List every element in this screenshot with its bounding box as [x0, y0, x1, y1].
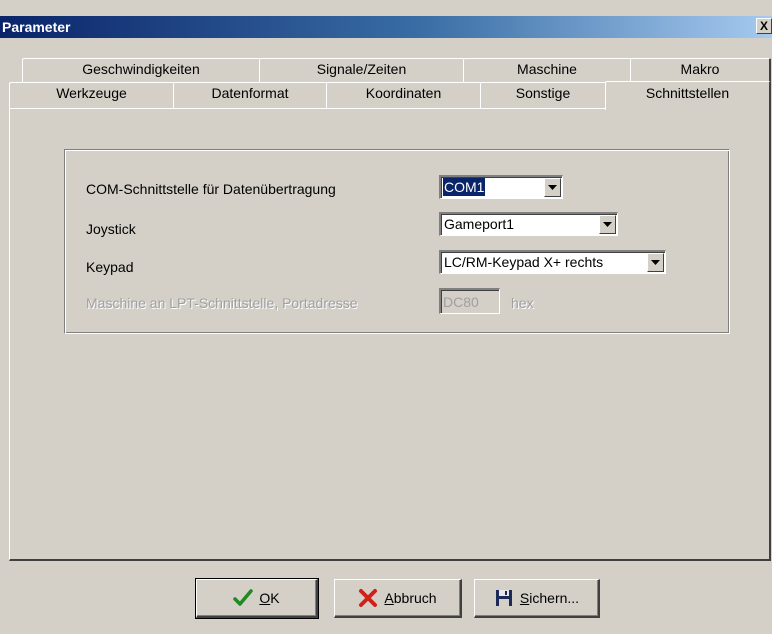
close-icon: X	[759, 19, 768, 33]
tab-signale-zeiten[interactable]: Signale/Zeiten	[259, 58, 465, 82]
tab-label: Signale/Zeiten	[316, 61, 407, 77]
lpt-port-label: Maschine an LPT-Schnittstelle, Portadres…	[86, 295, 358, 311]
tab-geschwindigkeiten[interactable]: Geschwindigkeiten	[22, 58, 261, 82]
checkmark-icon	[233, 589, 254, 606]
chevron-down-icon	[651, 260, 660, 265]
keypad-value: LC/RM-Keypad X+ rechts	[444, 254, 604, 270]
lpt-port-address-value: DC80	[443, 294, 479, 310]
tab-datenformat[interactable]: Datenformat	[173, 82, 328, 108]
keypad-select[interactable]: LC/RM-Keypad X+ rechts	[439, 250, 666, 274]
chevron-down-icon	[548, 185, 557, 190]
lpt-port-address-field[interactable]: DC80	[439, 288, 500, 314]
title-bar[interactable]: Parameter X	[0, 16, 772, 38]
close-button[interactable]: X	[756, 18, 772, 34]
window-title: Parameter	[2, 19, 71, 35]
tab-label: Maschine	[517, 61, 577, 77]
save-button-label: Sichern...	[519, 590, 580, 606]
keypad-label: Keypad	[86, 259, 134, 275]
com-port-dropdown-button[interactable]	[544, 178, 561, 197]
tab-label: Werkzeuge	[56, 85, 127, 101]
com-port-select[interactable]: COM1	[439, 175, 563, 199]
tab-sonstige[interactable]: Sonstige	[480, 82, 607, 108]
keypad-dropdown-button[interactable]	[647, 253, 664, 272]
save-button[interactable]: Sichern...	[474, 579, 600, 618]
tab-werkzeuge[interactable]: Werkzeuge	[9, 82, 175, 108]
interfaces-group: COM-Schnittstelle für Datenübertragung C…	[64, 149, 730, 334]
tab-label: Sonstige	[515, 85, 571, 101]
joystick-dropdown-button[interactable]	[599, 215, 616, 234]
joystick-value: Gameport1	[444, 216, 515, 232]
tab-koordinaten[interactable]: Koordinaten	[326, 82, 482, 108]
tab-page-schnittstellen: COM-Schnittstelle für Datenübertragung C…	[9, 108, 771, 561]
tab-schnittstellen[interactable]: Schnittstellen	[605, 81, 771, 110]
com-port-label: COM-Schnittstelle für Datenübertragung	[86, 181, 336, 197]
ok-button[interactable]: OK	[195, 578, 319, 619]
tab-label: Geschwindigkeiten	[82, 61, 200, 77]
cancel-button[interactable]: Abbruch	[334, 579, 462, 618]
tab-label: Koordinaten	[365, 85, 442, 101]
tab-maschine[interactable]: Maschine	[463, 58, 632, 82]
tab-label: Makro	[680, 61, 720, 77]
tab-label: Datenformat	[211, 85, 289, 101]
floppy-disk-icon	[495, 590, 512, 606]
red-x-icon	[359, 589, 378, 607]
tab-makro[interactable]: Makro	[630, 58, 771, 82]
chevron-down-icon	[603, 222, 612, 227]
joystick-label: Joystick	[86, 221, 136, 237]
cancel-button-label: Abbruch	[384, 590, 437, 606]
ok-button-label: OK	[259, 590, 280, 606]
tab-label: Schnittstellen	[645, 85, 730, 101]
lpt-unit-label: hex	[511, 295, 534, 311]
com-port-value: COM1	[443, 178, 486, 196]
joystick-select[interactable]: Gameport1	[439, 212, 618, 236]
